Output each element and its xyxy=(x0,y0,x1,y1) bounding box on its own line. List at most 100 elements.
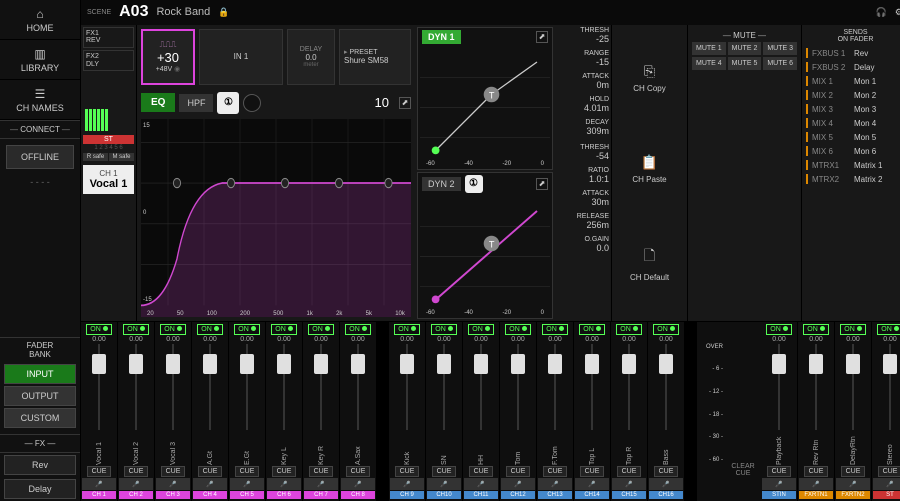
scene-id[interactable]: A03 xyxy=(119,3,148,21)
fader-slider[interactable] xyxy=(762,344,796,430)
mute-3-button[interactable]: MUTE 3 xyxy=(763,42,797,55)
on-button[interactable]: ON xyxy=(468,324,494,335)
on-button[interactable]: ON xyxy=(653,324,679,335)
fader-slider[interactable] xyxy=(873,344,900,430)
dyn2-popup-icon[interactable]: ⬈ xyxy=(536,178,548,190)
send-row[interactable]: MIX 6Mon 6 xyxy=(804,144,900,158)
on-button[interactable]: ON xyxy=(542,324,568,335)
fader-slider[interactable] xyxy=(799,344,833,430)
input-box[interactable]: IN 1 xyxy=(199,29,283,85)
fader-slider[interactable] xyxy=(464,344,498,430)
chnames-button[interactable]: ☰CH NAMES xyxy=(0,80,80,120)
cue-button[interactable]: CUE xyxy=(804,466,829,477)
cue-button[interactable]: CUE xyxy=(309,466,334,477)
cue-button[interactable]: CUE xyxy=(272,466,297,477)
fader-slider[interactable] xyxy=(341,344,375,430)
hpf-button[interactable]: HPF xyxy=(179,94,213,112)
send-row[interactable]: MIX 2Mon 2 xyxy=(804,88,900,102)
mute-4-button[interactable]: MUTE 4 xyxy=(692,57,726,70)
cue-button[interactable]: CUE xyxy=(198,466,223,477)
fader-slider[interactable] xyxy=(575,344,609,430)
mute-5-button[interactable]: MUTE 5 xyxy=(728,57,762,70)
send-row[interactable]: MIX 5Mon 5 xyxy=(804,130,900,144)
fx2-box[interactable]: FX2DLY xyxy=(83,50,134,71)
fader-slider[interactable] xyxy=(119,344,153,430)
dyn1-box[interactable]: DYN 1⬈ T -60-40-200 xyxy=(417,27,553,170)
clear-cue-button[interactable]: CLEAR CUE xyxy=(725,322,761,501)
send-row[interactable]: MIX 3Mon 3 xyxy=(804,102,900,116)
fader-slider[interactable] xyxy=(193,344,227,430)
send-row[interactable]: MTRX1Matrix 1 xyxy=(804,158,900,172)
dyn1-popup-icon[interactable]: ⬈ xyxy=(536,31,548,43)
on-button[interactable]: ON xyxy=(840,324,866,335)
gear-icon[interactable]: ⚙ xyxy=(895,7,900,18)
fader-slider[interactable] xyxy=(836,344,870,430)
on-button[interactable]: ON xyxy=(197,324,223,335)
eq-band-button[interactable]: ① xyxy=(217,92,239,114)
offline-button[interactable]: OFFLINE xyxy=(6,145,74,169)
on-button[interactable]: ON xyxy=(123,324,149,335)
gain-box[interactable]: ⎍⎍⎍ +30 +48V ◉ xyxy=(141,29,195,85)
ch-paste-button[interactable]: 📋CH Paste xyxy=(632,154,666,184)
headphone-icon[interactable]: 🎧 xyxy=(876,7,887,18)
channel-label[interactable]: CH 1Vocal 1 xyxy=(83,165,134,194)
st-badge[interactable]: ST xyxy=(83,135,134,144)
on-button[interactable]: ON xyxy=(616,324,642,335)
library-button[interactable]: ▥LIBRARY xyxy=(0,40,80,80)
cue-button[interactable]: CUE xyxy=(395,466,420,477)
fx-delay-button[interactable]: Delay xyxy=(4,479,76,499)
lock-icon[interactable]: 🔒 xyxy=(218,7,229,18)
mute-1-button[interactable]: MUTE 1 xyxy=(692,42,726,55)
cue-button[interactable]: CUE xyxy=(580,466,605,477)
cue-button[interactable]: CUE xyxy=(161,466,186,477)
send-row[interactable]: FXBUS 2Delay xyxy=(804,60,900,74)
bank-output-button[interactable]: OUTPUT xyxy=(4,386,76,406)
eq-button[interactable]: EQ xyxy=(141,93,175,112)
cue-button[interactable]: CUE xyxy=(124,466,149,477)
fader-slider[interactable] xyxy=(612,344,646,430)
fader-slider[interactable] xyxy=(304,344,338,430)
bank-input-button[interactable]: INPUT xyxy=(4,364,76,384)
send-row[interactable]: MTRX2Matrix 2 xyxy=(804,172,900,186)
on-button[interactable]: ON xyxy=(877,324,900,335)
fader-slider[interactable] xyxy=(82,344,116,430)
fx1-box[interactable]: FX1REV xyxy=(83,27,134,48)
send-row[interactable]: MIX 4Mon 4 xyxy=(804,116,900,130)
on-button[interactable]: ON xyxy=(431,324,457,335)
cue-button[interactable]: CUE xyxy=(878,466,900,477)
cue-button[interactable]: CUE xyxy=(506,466,531,477)
on-button[interactable]: ON xyxy=(803,324,829,335)
dyn2-box[interactable]: DYN 2①⬈ T -60-40-200 xyxy=(417,172,553,319)
on-button[interactable]: ON xyxy=(271,324,297,335)
mute-2-button[interactable]: MUTE 2 xyxy=(728,42,762,55)
on-button[interactable]: ON xyxy=(160,324,186,335)
cue-button[interactable]: CUE xyxy=(235,466,260,477)
ch-default-button[interactable]: 🗋CH Default xyxy=(630,245,669,282)
on-button[interactable]: ON xyxy=(234,324,260,335)
on-button[interactable]: ON xyxy=(86,324,112,335)
fader-slider[interactable] xyxy=(267,344,301,430)
delay-box[interactable]: DELAY0.0meter xyxy=(287,29,335,85)
preset-box[interactable]: ▸ PRESETShure SM58 xyxy=(339,29,411,85)
on-button[interactable]: ON xyxy=(345,324,371,335)
recall-safe[interactable]: R safe xyxy=(83,153,108,161)
fader-slider[interactable] xyxy=(390,344,424,430)
fader-slider[interactable] xyxy=(427,344,461,430)
cue-button[interactable]: CUE xyxy=(346,466,371,477)
eq-knob[interactable] xyxy=(243,94,261,112)
ch-copy-button[interactable]: ⎘CH Copy xyxy=(633,63,665,93)
eq-popup-icon[interactable]: ⬈ xyxy=(399,97,411,109)
fader-slider[interactable] xyxy=(649,344,683,430)
eq-graph[interactable]: 20501002005001k2k5k10k 150-15 xyxy=(141,119,411,317)
mute-6-button[interactable]: MUTE 6 xyxy=(763,57,797,70)
on-button[interactable]: ON xyxy=(394,324,420,335)
on-button[interactable]: ON xyxy=(308,324,334,335)
cue-button[interactable]: CUE xyxy=(87,466,112,477)
cue-button[interactable]: CUE xyxy=(767,466,792,477)
fader-slider[interactable] xyxy=(501,344,535,430)
fx-rev-button[interactable]: Rev xyxy=(4,455,76,475)
on-button[interactable]: ON xyxy=(766,324,792,335)
cue-button[interactable]: CUE xyxy=(469,466,494,477)
mute-safe[interactable]: M safe xyxy=(109,153,134,161)
cue-button[interactable]: CUE xyxy=(432,466,457,477)
